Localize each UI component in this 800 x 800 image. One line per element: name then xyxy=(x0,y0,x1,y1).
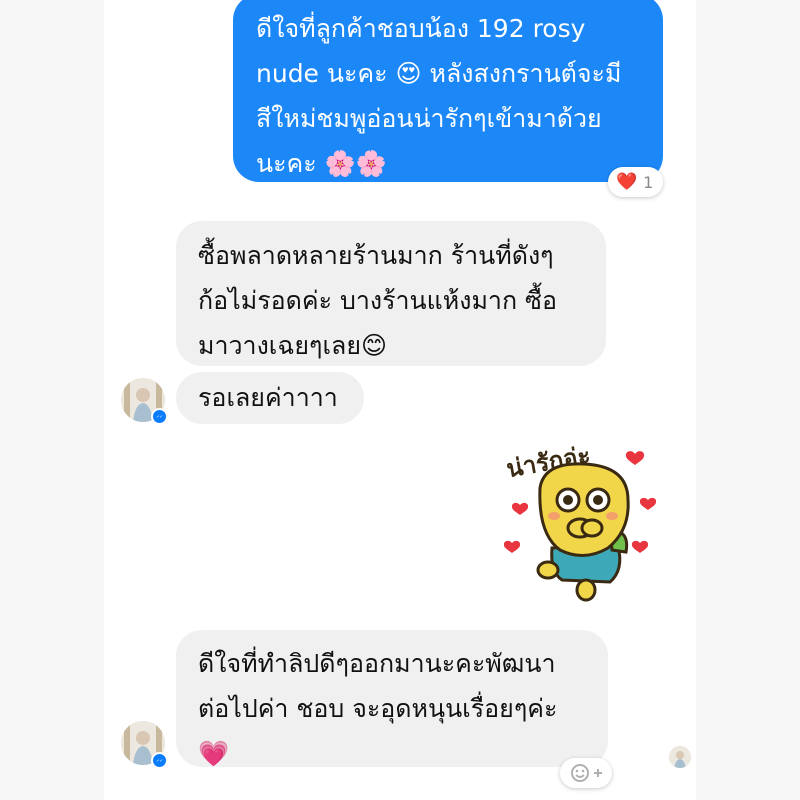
sticker-message[interactable]: น่ารักอ่ะ xyxy=(500,430,670,605)
left-margin xyxy=(0,0,104,800)
right-margin xyxy=(696,0,800,800)
messenger-icon xyxy=(151,752,168,769)
conversation: ดีใจที่ลูกค้าชอบน้อง 192 rosy nude นะคะ … xyxy=(0,0,800,800)
heart-icon: ❤️ xyxy=(616,172,638,192)
incoming-message[interactable]: รอเลยค่าาาา xyxy=(176,372,364,424)
reaction-count: 1 xyxy=(643,172,654,192)
message-reaction[interactable]: ❤️ 1 xyxy=(608,167,664,197)
incoming-message[interactable]: ดีใจที่ทำลิปดีๆออกมานะคะพัฒนา ต่อไปค่า ช… xyxy=(176,630,608,768)
read-receipt-avatar xyxy=(669,746,691,768)
cartoon-character-icon xyxy=(503,451,657,602)
messenger-icon xyxy=(151,408,168,425)
add-emoji-icon[interactable] xyxy=(560,758,612,788)
incoming-message[interactable]: ซื้อพลาดหลายร้านมาก ร้านที่ดังๆ ก้อไม่รอ… xyxy=(176,221,606,366)
outgoing-message[interactable]: ดีใจที่ลูกค้าชอบน้อง 192 rosy nude นะคะ … xyxy=(233,0,663,182)
